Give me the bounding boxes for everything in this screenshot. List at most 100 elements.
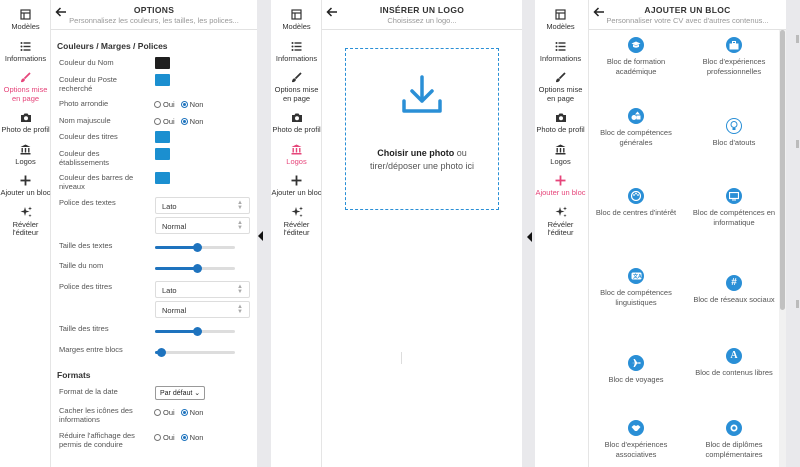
sparkles-icon	[555, 206, 567, 219]
collapse-left-icon[interactable]	[527, 229, 533, 242]
handshake-icon	[628, 420, 644, 436]
block-atouts[interactable]: Bloc d'atouts	[690, 118, 778, 148]
select-police-textes[interactable]: Lato ▲ ▼	[155, 197, 250, 214]
slider-taille-titres[interactable]	[155, 327, 235, 336]
sidebar-item-ajouter-un-bloc[interactable]: Ajouter un bloc	[271, 166, 322, 198]
sidebar-item-reveler-editeur[interactable]: Révéler l'éditeur	[271, 198, 322, 238]
block-experiences-associatives[interactable]: Bloc d'expériences associatives	[592, 420, 680, 459]
block-label: Bloc d'expériences professionnelles	[702, 57, 766, 76]
label-reduire-permis: Réduire l'affichage des permis de condui…	[59, 431, 135, 449]
radio-non[interactable]	[180, 434, 188, 441]
sidebar-item-modeles[interactable]: Modèles	[0, 0, 51, 32]
color-swatch-poste[interactable]	[155, 74, 170, 86]
select-value: Normal	[162, 306, 187, 315]
radio-oui[interactable]	[154, 409, 161, 416]
block-reseaux-sociaux[interactable]: # Bloc de réseaux sociaux	[690, 275, 778, 305]
block-diplomes-complementaires[interactable]: Bloc de diplômes complémentaires	[690, 420, 778, 459]
radio-oui[interactable]	[154, 118, 161, 125]
sidebar-item-reveler-editeur[interactable]: Révéler l'éditeur	[0, 198, 51, 238]
radio-non[interactable]	[180, 118, 188, 125]
block-experiences-pro[interactable]: Bloc d'expériences professionnelles	[690, 37, 778, 76]
sidebar-item-label: Révéler l'éditeur	[283, 219, 310, 237]
back-arrow-icon[interactable]	[326, 5, 338, 17]
select-graisse-titres[interactable]: Normal ▲ ▼	[155, 301, 250, 318]
radio-group-nom-majuscule: Oui Non	[154, 117, 203, 126]
slider-taille-nom[interactable]	[155, 264, 235, 273]
brush-icon	[20, 71, 31, 84]
dropzone-text: Choisir une photo ou tirer/déposer une p…	[346, 147, 498, 173]
label-marges-blocs: Marges entre blocs	[59, 345, 123, 354]
block-contenus-libres[interactable]: A Bloc de contenus libres	[690, 348, 778, 378]
label-couleur-barres: Couleur des barres de niveaux	[59, 173, 134, 191]
color-swatch-nom[interactable]	[155, 57, 170, 69]
label-taille-textes: Taille des textes	[59, 241, 113, 250]
sidebar-item-modeles[interactable]: Modèles	[271, 0, 322, 32]
sidebar-item-label: Révéler l'éditeur	[547, 219, 574, 237]
label-cacher-icones: Cacher les icônes des informations	[59, 406, 133, 424]
label-couleur-nom: Couleur du Nom	[59, 58, 114, 67]
sidebar-item-options-mise-en-page[interactable]: Options mise en page	[0, 63, 51, 103]
svg-text:文A: 文A	[633, 273, 642, 280]
sidebar-item-modeles[interactable]: Modèles	[535, 0, 586, 32]
back-arrow-icon[interactable]	[593, 5, 605, 17]
radio-non[interactable]	[180, 101, 188, 108]
block-centres-interet[interactable]: Bloc de centres d'intérêt	[592, 188, 680, 218]
download-icon	[400, 73, 444, 122]
sidebar-item-ajouter-un-bloc[interactable]: Ajouter un bloc	[0, 166, 51, 198]
sidebar-item-informations[interactable]: Informations	[271, 32, 322, 64]
radio-oui[interactable]	[154, 434, 161, 441]
sidebar-item-label: Logos	[286, 156, 307, 166]
logo-dropzone[interactable]: Choisir une photo ou tirer/déposer une p…	[345, 48, 499, 210]
label-taille-nom: Taille du nom	[59, 261, 104, 270]
list-icon	[20, 40, 31, 53]
choose-photo-link[interactable]: Choisir une photo	[377, 148, 454, 158]
block-competences-generales[interactable]: Bloc de compétences générales	[592, 108, 680, 147]
slider-marges-blocs[interactable]	[155, 348, 235, 357]
sidebar-item-ajouter-un-bloc[interactable]: Ajouter un bloc	[535, 166, 586, 198]
sidebar-item-logos[interactable]: Logos	[535, 135, 586, 167]
sidebar-item-label: Logos	[550, 156, 571, 166]
lightbulb-icon	[726, 118, 742, 134]
sidebar-item-label: Modèles	[282, 22, 311, 31]
back-arrow-icon[interactable]	[55, 5, 67, 17]
sidebar-item-logos[interactable]: Logos	[0, 135, 51, 167]
page-subtitle: Personnaliser votre CV avec d'autres con…	[606, 16, 769, 25]
select-format-date[interactable]: Par défaut ⌄	[155, 386, 206, 400]
block-competences-informatique[interactable]: Bloc de compétences en informatique	[690, 188, 778, 227]
sidebar-item-options-mise-en-page[interactable]: Options mise en page	[271, 63, 322, 103]
chevron-updown-icon: ▲ ▼	[237, 200, 243, 211]
radio-oui[interactable]	[154, 101, 161, 108]
radio-label: Non	[189, 408, 204, 417]
sidebar-item-reveler-editeur[interactable]: Révéler l'éditeur	[535, 198, 586, 238]
block-voyages[interactable]: Bloc de voyages	[592, 355, 680, 385]
radio-label: Non	[189, 100, 204, 109]
radio-non[interactable]	[180, 409, 188, 416]
logo-content: INSÉRER UN LOGO Choisissez un logo... Ch…	[322, 0, 522, 467]
select-police-titres[interactable]: Lato ▲ ▼	[155, 281, 250, 298]
color-swatch-titres[interactable]	[155, 131, 170, 143]
scrollbar-thumb[interactable]	[780, 30, 785, 310]
sidebar-rail: Modèles Informations Options mise en pag…	[271, 0, 322, 467]
section-title-colors: Couleurs / Marges / Polices	[57, 41, 168, 51]
collapse-left-icon[interactable]	[258, 228, 264, 241]
block-formation[interactable]: Bloc de formation académique	[592, 37, 680, 76]
sidebar-item-logos[interactable]: Logos	[271, 135, 322, 167]
chevron-updown-icon: ▲ ▼	[237, 220, 243, 231]
color-swatch-barres[interactable]	[155, 172, 170, 184]
sidebar-item-informations[interactable]: Informations	[0, 32, 51, 64]
sidebar-item-photo-de-profil[interactable]: Photo de profil	[0, 103, 51, 135]
scrollbar[interactable]	[779, 30, 786, 467]
select-graisse-textes[interactable]: Normal ▲ ▼	[155, 217, 250, 234]
sidebar-item-options-mise-en-page[interactable]: Options mise en page	[535, 63, 586, 103]
blocks-header: AJOUTER UN BLOC Personnaliser votre CV a…	[589, 0, 786, 30]
sidebar-item-photo-de-profil[interactable]: Photo de profil	[535, 103, 586, 135]
block-competences-linguistiques[interactable]: 文A Bloc de compétences linguistiques	[592, 268, 680, 307]
slider-taille-textes[interactable]	[155, 243, 235, 252]
sidebar-item-informations[interactable]: Informations	[535, 32, 586, 64]
sidebar-item-photo-de-profil[interactable]: Photo de profil	[271, 103, 322, 135]
block-label: Bloc de diplômes complémentaires	[705, 440, 763, 459]
options-panel: Modèles Informations Options mise en pag…	[0, 0, 257, 467]
briefcase-icon	[726, 37, 742, 53]
color-swatch-etablissements[interactable]	[155, 148, 170, 160]
page-title: AJOUTER UN BLOC	[644, 5, 731, 15]
